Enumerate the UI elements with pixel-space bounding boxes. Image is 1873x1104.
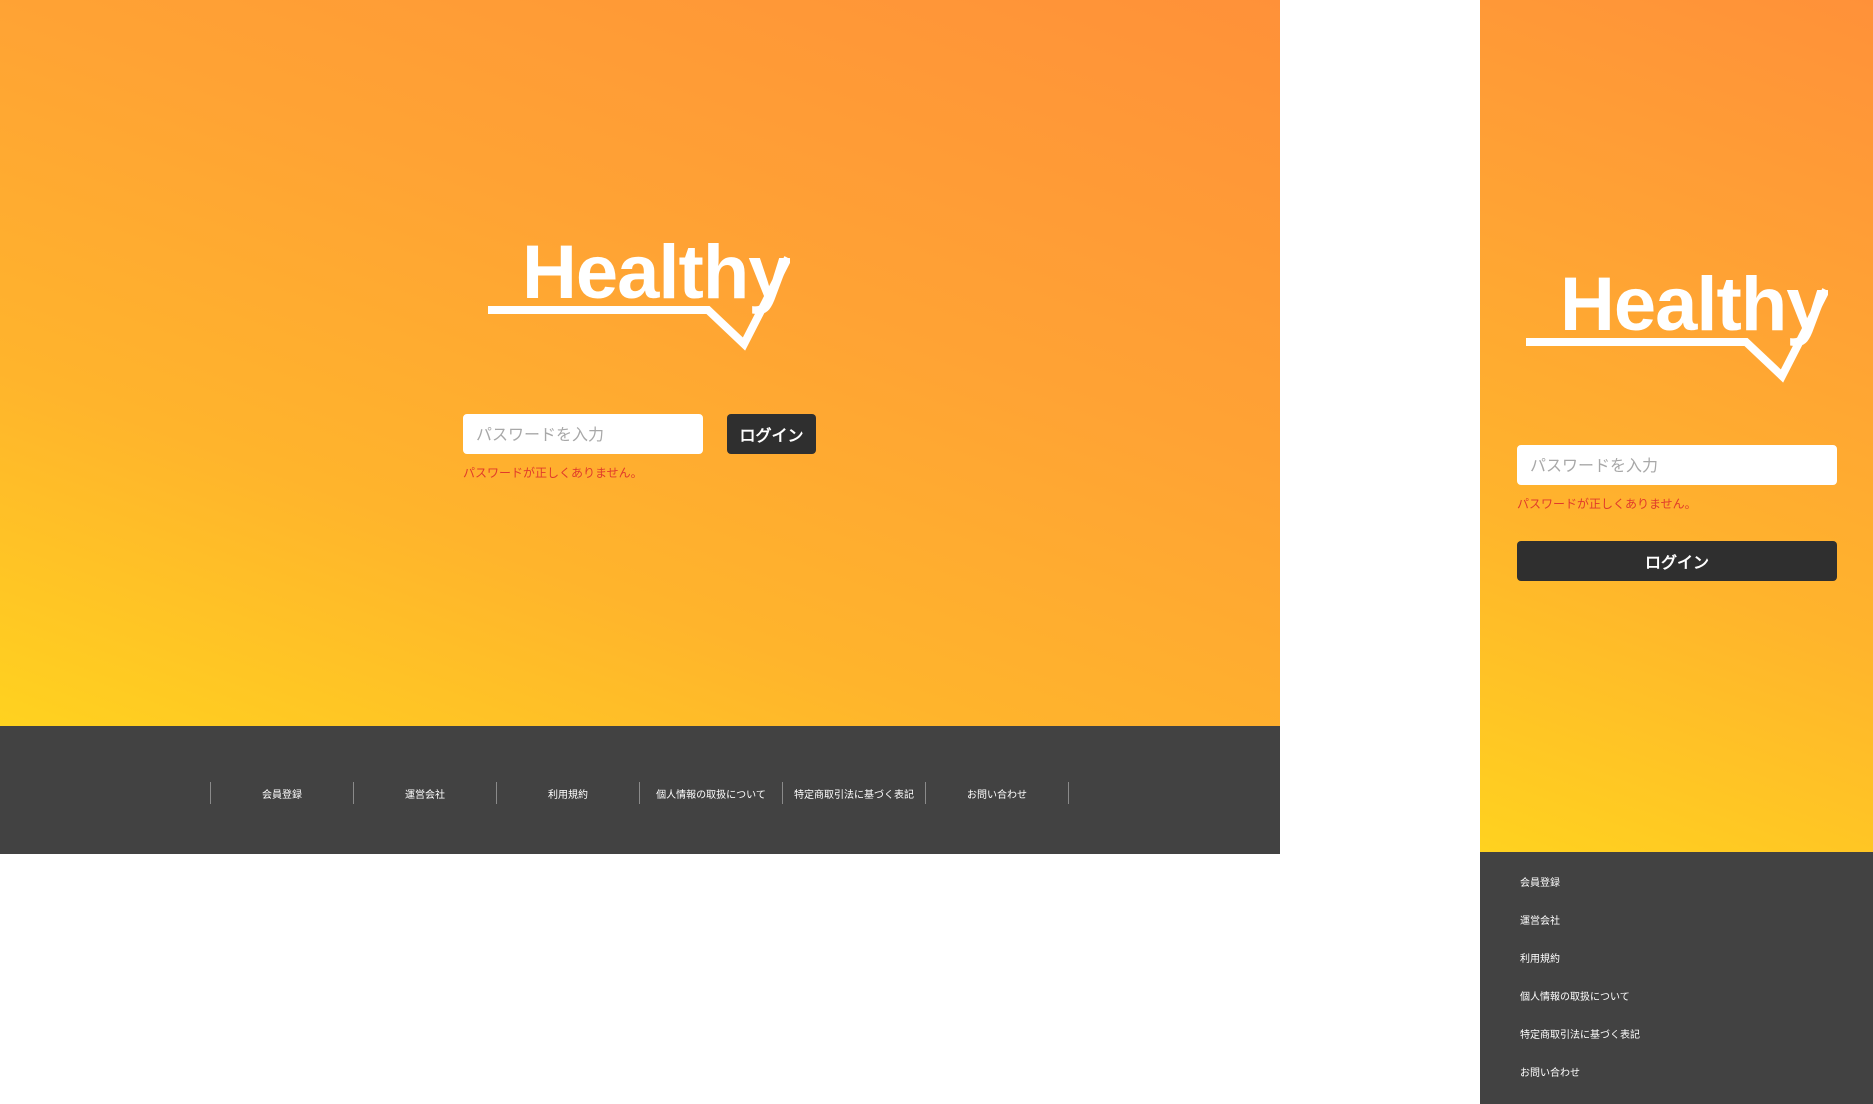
password-input[interactable] [1517, 445, 1837, 485]
footer-link-contact[interactable]: お問い合わせ [926, 782, 1069, 804]
footer-nav: 会員登録 運営会社 利用規約 個人情報の取扱について 特定商取引法に基づく表記 … [210, 782, 1069, 804]
healthy-logo: Healthy [488, 230, 790, 351]
footer-link-signup[interactable]: 会員登録 [211, 782, 354, 804]
password-error-message: パスワードが正しくありません。 [1517, 497, 1697, 511]
logo-wordmark: Healthy [522, 230, 790, 315]
footer-link-terms[interactable]: 利用規約 [1520, 947, 1640, 985]
footer-link-commerce-law[interactable]: 特定商取引法に基づく表記 [783, 782, 926, 804]
login-button[interactable]: ログイン [727, 414, 816, 454]
footer-nav: 会員登録 運営会社 利用規約 個人情報の取扱について 特定商取引法に基づく表記 … [1520, 871, 1640, 1099]
footer-link-signup[interactable]: 会員登録 [1520, 871, 1640, 909]
mobile-view: Healthy パスワードが正しくありません。 ログイン 会員登録 運営会社 利… [1480, 0, 1873, 1104]
footer-link-commerce-law[interactable]: 特定商取引法に基づく表記 [1520, 1023, 1640, 1061]
site-footer: 会員登録 運営会社 利用規約 個人情報の取扱について 特定商取引法に基づく表記 … [1480, 852, 1873, 1104]
desktop-view: Healthy ログイン パスワードが正しくありません。 会員登録 運営会社 利… [0, 0, 1280, 854]
password-error-message: パスワードが正しくありません。 [463, 466, 643, 480]
healthy-logo: Healthy [1526, 262, 1828, 383]
logo-wordmark: Healthy [1560, 262, 1828, 347]
hero-section: Healthy パスワードが正しくありません。 ログイン [1480, 0, 1873, 852]
login-button[interactable]: ログイン [1517, 541, 1837, 581]
footer-link-company[interactable]: 運営会社 [354, 782, 497, 804]
footer-link-privacy[interactable]: 個人情報の取扱について [640, 782, 783, 804]
footer-link-company[interactable]: 運営会社 [1520, 909, 1640, 947]
site-footer: 会員登録 運営会社 利用規約 個人情報の取扱について 特定商取引法に基づく表記 … [0, 726, 1280, 854]
footer-link-contact[interactable]: お問い合わせ [1520, 1061, 1640, 1099]
footer-link-terms[interactable]: 利用規約 [497, 782, 640, 804]
hero-section: Healthy ログイン パスワードが正しくありません。 [0, 0, 1280, 726]
footer-link-privacy[interactable]: 個人情報の取扱について [1520, 985, 1640, 1023]
password-input[interactable] [463, 414, 703, 454]
